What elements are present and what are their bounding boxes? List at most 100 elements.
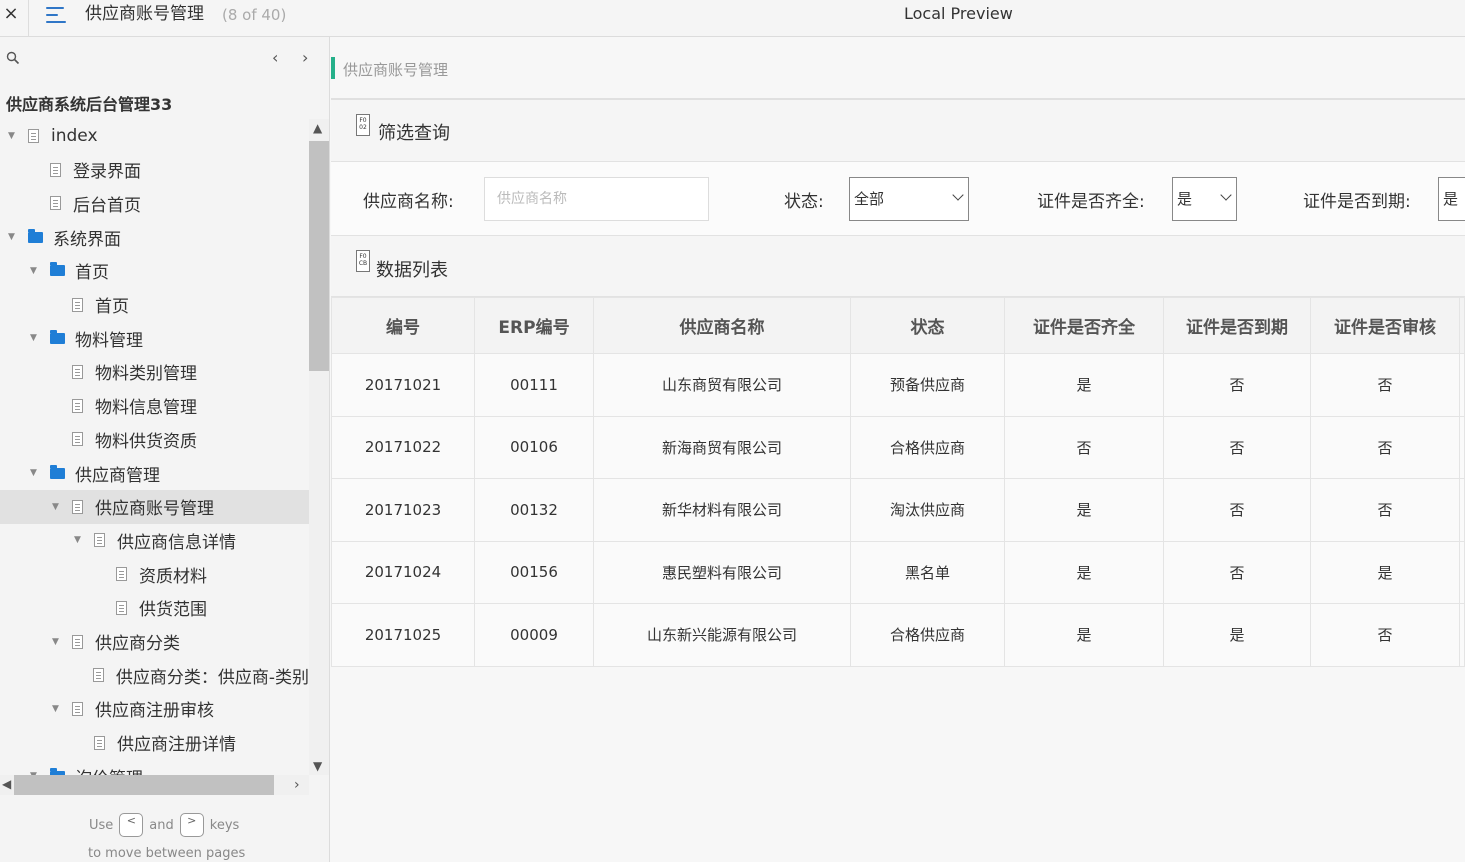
keys-hint-and: and — [149, 817, 174, 833]
page-icon — [50, 196, 61, 211]
table-row[interactable]: 20171024 00156 惠民塑料有限公司 黑名单是否是 — [331, 540, 1465, 604]
tree-item[interactable]: ▼ 供应商注册审核 — [0, 692, 309, 726]
table-cell: 新海商贸有限公司 — [593, 415, 851, 479]
close-icon[interactable]: × — [0, 0, 22, 30]
table-cell-overflow — [1459, 353, 1465, 417]
tree-item[interactable]: 登录界面 — [0, 153, 309, 187]
tree-item[interactable]: 物料供货资质 — [0, 422, 309, 456]
scroll-right-icon[interactable]: › — [294, 777, 300, 793]
caret-down-icon[interactable]: ▼ — [74, 535, 84, 545]
table-cell: 合格供应商 — [850, 603, 1005, 667]
keys-hint-keys: keys — [209, 817, 240, 833]
tree-item[interactable]: 物料信息管理 — [0, 389, 309, 423]
status-select[interactable]: 全部 — [849, 177, 969, 221]
page-icon — [94, 735, 105, 750]
table-row[interactable]: 20171021 00111 山东商贸有限公司 预备供应商是否否 — [331, 353, 1465, 417]
tree-item[interactable]: ▼ 首页 — [0, 254, 309, 288]
search-icon[interactable] — [6, 51, 20, 65]
tree-item[interactable]: 供货范围 — [0, 591, 309, 625]
table-cell: 是 — [1004, 603, 1164, 667]
page-title: 供应商账号管理 — [85, 4, 204, 24]
tree-item-label: 询价管理 — [75, 764, 143, 775]
tree-item[interactable]: ▼询价管理 — [0, 759, 309, 775]
chevron-left-icon[interactable]: ‹ — [272, 48, 278, 67]
table-cell: 00111 — [474, 353, 594, 417]
table-cell: 否 — [1163, 353, 1311, 417]
table-cell: 00132 — [474, 478, 594, 542]
cert-complete-value: 是 — [1177, 190, 1193, 208]
list-section-title: 数据列表 — [376, 260, 448, 281]
scroll-up-icon[interactable]: ▲ — [313, 121, 322, 135]
tree-item-label: 供应商信息详情 — [117, 532, 236, 553]
tree-item-label: 系统界面 — [53, 229, 121, 250]
vertical-scrollbar[interactable]: ▲ ▼ — [309, 119, 329, 775]
horizontal-scrollbar[interactable]: ◀ › — [0, 775, 309, 795]
tree-item[interactable]: 后台首页 — [0, 186, 309, 220]
table-cell: 淘汰供应商 — [850, 478, 1005, 542]
column-header[interactable]: 编号 — [331, 297, 475, 354]
table-row[interactable]: 20171023 00132 新华材料有限公司 淘汰供应商是否否 — [331, 478, 1465, 542]
column-header[interactable]: 证件是否审核 — [1310, 297, 1460, 354]
table-cell: 否 — [1310, 478, 1460, 542]
caret-down-icon[interactable]: ▼ — [30, 333, 40, 343]
hscroll-thumb[interactable] — [14, 775, 274, 795]
tree-item[interactable]: 供应商注册详情 — [0, 726, 309, 760]
scroll-left-icon[interactable]: ◀ — [2, 777, 11, 791]
supplier-name-input[interactable] — [484, 177, 709, 221]
cert-complete-select[interactable]: 是 — [1172, 177, 1237, 221]
tree-item[interactable]: ▼ 供应商管理 — [0, 456, 309, 490]
column-header[interactable]: 供应商名称 — [593, 297, 851, 354]
cert-expired-select[interactable]: 是 — [1438, 177, 1465, 221]
tree-item[interactable]: ▼ index — [0, 119, 309, 153]
cert-expired-value: 是 — [1443, 190, 1459, 208]
menu-icon[interactable] — [46, 5, 68, 25]
tree-item[interactable]: ▼ 供应商信息详情 — [0, 523, 309, 557]
caret-down-icon[interactable]: ▼ — [52, 637, 62, 647]
caret-down-icon[interactable]: ▼ — [8, 232, 18, 242]
table-cell: 合格供应商 — [850, 415, 1005, 479]
chevron-right-icon[interactable]: › — [302, 48, 308, 67]
caret-down-icon[interactable]: ▼ — [8, 131, 18, 141]
caret-down-icon[interactable]: ▼ — [52, 502, 62, 512]
table-row[interactable]: 20171022 00106 新海商贸有限公司 合格供应商否否否 — [331, 415, 1465, 479]
tree-item[interactable]: 资质材料 — [0, 557, 309, 591]
tree-item[interactable]: ▼ 物料管理 — [0, 321, 309, 355]
tree-item-label: 供应商分类：供应商-类别 — [115, 667, 309, 688]
tree-item[interactable]: ▼ 系统界面 — [0, 220, 309, 254]
column-header-overflow — [1459, 297, 1465, 354]
table-cell: 新华材料有限公司 — [593, 478, 851, 542]
cert-expired-label: 证件是否到期: — [1303, 192, 1411, 212]
scroll-thumb[interactable] — [309, 141, 329, 371]
caret-down-icon[interactable]: ▼ — [52, 704, 62, 714]
scroll-down-icon[interactable]: ▼ — [313, 759, 322, 773]
status-label: 状态: — [784, 192, 824, 212]
page-icon — [116, 567, 127, 582]
caret-down-icon[interactable]: ▼ — [30, 266, 40, 276]
page-count: (8 of 40) — [222, 6, 287, 24]
table-cell: 否 — [1310, 603, 1460, 667]
tree-item[interactable]: ▼ 供应商分类 — [0, 625, 309, 659]
folder-icon — [50, 464, 65, 479]
tree-item[interactable]: ▼ 供应商账号管理 — [0, 489, 309, 524]
project-title: 供应商系统后台管理33 — [6, 95, 173, 114]
tree-item[interactable]: 供应商分类：供应商-类别 — [0, 658, 309, 692]
caret-down-icon[interactable]: ▼ — [30, 468, 40, 478]
tree-item-label: 资质材料 — [139, 566, 207, 587]
column-header[interactable]: 证件是否齐全 — [1004, 297, 1164, 354]
table-row[interactable]: 20171025 00009 山东新兴能源有限公司 合格供应商是是否 — [331, 603, 1465, 667]
page-icon — [72, 432, 83, 447]
column-header[interactable]: ERP编号 — [474, 297, 594, 354]
table-body: 20171021 00111 山东商贸有限公司 预备供应商是否否 20171022 001… — [331, 353, 1465, 667]
top-bar: × 供应商账号管理 (8 of 40) Local Preview — [0, 0, 1465, 37]
tree-item[interactable]: 物料类别管理 — [0, 355, 309, 389]
tree-item[interactable]: 首页 — [0, 288, 309, 322]
data-table: 编号 ERP编号 供应商名称 状态 证件是否齐全 证件是否到期 证件是否审核 2017102… — [331, 297, 1465, 667]
table-cell: 是 — [1004, 353, 1164, 417]
column-header[interactable]: 证件是否到期 — [1163, 297, 1311, 354]
column-header[interactable]: 状态 — [850, 297, 1005, 354]
